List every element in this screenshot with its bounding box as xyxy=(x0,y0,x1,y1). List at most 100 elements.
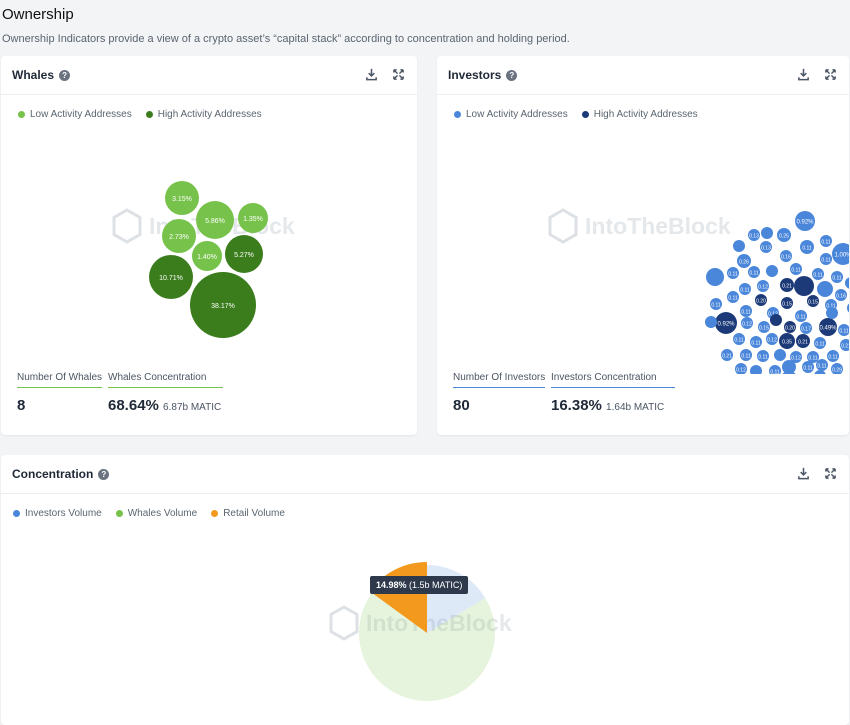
investors-count-stat: Number Of Investors 80 xyxy=(453,372,546,414)
bubble[interactable]: 0.21 xyxy=(780,278,794,292)
bubble[interactable]: 0.11 xyxy=(790,263,802,275)
download-icon[interactable] xyxy=(365,68,378,81)
bubble[interactable]: 0.11 xyxy=(814,337,826,349)
bubble[interactable]: 0.11 xyxy=(827,350,839,362)
bubble[interactable]: 0.11 xyxy=(727,291,739,303)
bubble[interactable]: 0.11 xyxy=(802,361,814,373)
bubble[interactable]: 0.16 xyxy=(835,289,847,301)
bubble[interactable]: 0.12 xyxy=(757,280,769,292)
bubble[interactable]: 1.35% xyxy=(238,203,268,233)
bubble[interactable]: 0.11 xyxy=(769,365,781,374)
bubble[interactable] xyxy=(750,365,762,374)
whales-title: Whales xyxy=(12,68,55,82)
bubble[interactable]: 0.11 xyxy=(831,271,843,283)
whales-legend: Low Activity Addresses High Activity Add… xyxy=(18,109,262,120)
svg-text:0.29: 0.29 xyxy=(832,368,842,374)
legend-item-low-activity[interactable]: Low Activity Addresses xyxy=(454,109,568,120)
svg-text:0.12: 0.12 xyxy=(767,338,777,344)
expand-icon[interactable] xyxy=(824,68,837,81)
bubble[interactable]: 0.20 xyxy=(755,294,767,306)
bubble[interactable]: 3.15% xyxy=(165,181,199,215)
bubble[interactable]: 2.73% xyxy=(162,219,196,253)
bubble[interactable]: 0.11 xyxy=(740,305,752,317)
bubble[interactable] xyxy=(706,268,724,286)
help-icon[interactable]: ? xyxy=(59,69,71,81)
bubble[interactable] xyxy=(814,370,826,374)
bubble[interactable]: 1.40% xyxy=(192,241,222,271)
whales-bubble-chart: 3.15% 5.86% 1.35% 2.73% 1.40% 5.27% 10.7… xyxy=(149,181,268,338)
tooltip-detail: (1.5b MATIC) xyxy=(409,580,463,590)
bubble[interactable] xyxy=(817,281,833,297)
svg-text:0.16: 0.16 xyxy=(836,294,846,300)
svg-text:1.00%: 1.00% xyxy=(834,253,849,259)
bubble[interactable]: 0.16 xyxy=(780,250,792,262)
bubble[interactable]: 0.35 xyxy=(779,333,795,349)
bubble[interactable]: 0.15 xyxy=(781,297,793,309)
bubble[interactable]: 0.11 xyxy=(820,253,832,265)
legend-item-high-activity[interactable]: High Activity Addresses xyxy=(145,109,262,120)
bubble[interactable]: 0.25 xyxy=(777,228,791,242)
bubble[interactable]: 5.27% xyxy=(225,235,263,273)
bubble[interactable]: 38.17% xyxy=(190,272,256,338)
expand-icon[interactable] xyxy=(392,68,405,81)
help-icon[interactable]: ? xyxy=(506,69,518,81)
bubble[interactable] xyxy=(847,302,849,314)
download-icon[interactable] xyxy=(797,68,810,81)
stat-value: 68.64% 6.87b MATIC xyxy=(108,397,223,414)
bubble[interactable]: 0.11 xyxy=(816,359,828,371)
bubble[interactable] xyxy=(733,240,745,252)
bubble[interactable]: 0.92% xyxy=(715,312,737,334)
svg-text:0.11: 0.11 xyxy=(815,342,825,348)
bubble[interactable]: 0.11 xyxy=(739,283,751,295)
bubble[interactable]: 0.11 xyxy=(727,267,739,279)
bubble[interactable]: 0.11 xyxy=(812,268,824,280)
svg-text:0.11: 0.11 xyxy=(813,273,823,279)
bubble[interactable]: 0.11 xyxy=(838,324,849,336)
legend-dot xyxy=(145,111,153,118)
page-title: Ownership xyxy=(2,6,74,23)
bubble[interactable]: 0.11 xyxy=(710,298,722,310)
bubble[interactable] xyxy=(774,349,786,361)
legend-item-high-activity[interactable]: High Activity Addresses xyxy=(581,109,698,120)
bubble[interactable]: 10.71% xyxy=(149,255,193,299)
bubble[interactable]: 0.15 xyxy=(807,295,819,307)
svg-text:0.49%: 0.49% xyxy=(819,326,837,332)
bubble[interactable]: 0.11 xyxy=(740,349,752,361)
svg-text:0.11: 0.11 xyxy=(828,355,838,361)
bubble[interactable]: 0.21 xyxy=(721,349,733,361)
bubble[interactable]: 0.26 xyxy=(737,254,751,268)
bubble[interactable] xyxy=(826,307,838,319)
bubble[interactable]: 0.21 xyxy=(796,334,810,348)
bubble[interactable]: 0.49% xyxy=(819,318,837,336)
bubble[interactable]: 0.11 xyxy=(733,333,745,345)
bubble[interactable]: 0.13 xyxy=(748,229,760,241)
bubble[interactable]: 0.21 xyxy=(840,339,849,351)
bubble[interactable] xyxy=(794,276,814,296)
bubble[interactable]: 0.11 xyxy=(748,266,760,278)
bubble[interactable] xyxy=(845,277,849,289)
bubble[interactable]: 0.12 xyxy=(741,317,753,329)
bubble[interactable] xyxy=(705,316,717,328)
bubble[interactable]: 0.13 xyxy=(760,241,772,253)
stat-label: Number Of Whales xyxy=(17,372,103,388)
bubble[interactable]: 0.12 xyxy=(766,333,778,345)
bubble[interactable]: 0.20 xyxy=(784,321,796,333)
bubble[interactable]: 0.80% xyxy=(780,371,798,374)
legend-item-low-activity[interactable]: Low Activity Addresses xyxy=(18,109,132,120)
bubble[interactable] xyxy=(761,227,773,239)
bubble[interactable]: 0.12 xyxy=(735,363,747,374)
bubble[interactable] xyxy=(770,314,782,326)
bubble[interactable]: 0.29 xyxy=(831,363,843,374)
bubble[interactable]: 5.86% xyxy=(196,201,234,239)
bubble[interactable]: 0.92% xyxy=(795,211,815,231)
bubble[interactable]: 0.11 xyxy=(820,235,832,247)
bubble[interactable]: 0.15 xyxy=(758,321,770,333)
bubble[interactable]: 0.11 xyxy=(757,350,769,362)
bubble[interactable]: 0.11 xyxy=(750,336,762,348)
bubble[interactable]: 0.11 xyxy=(795,310,807,322)
svg-text:0.15: 0.15 xyxy=(782,302,792,308)
bubble[interactable] xyxy=(766,265,778,277)
bubble[interactable]: 1.00% xyxy=(832,243,849,265)
bubble[interactable]: 0.17 xyxy=(800,322,812,334)
bubble[interactable]: 0.11 xyxy=(800,240,814,254)
